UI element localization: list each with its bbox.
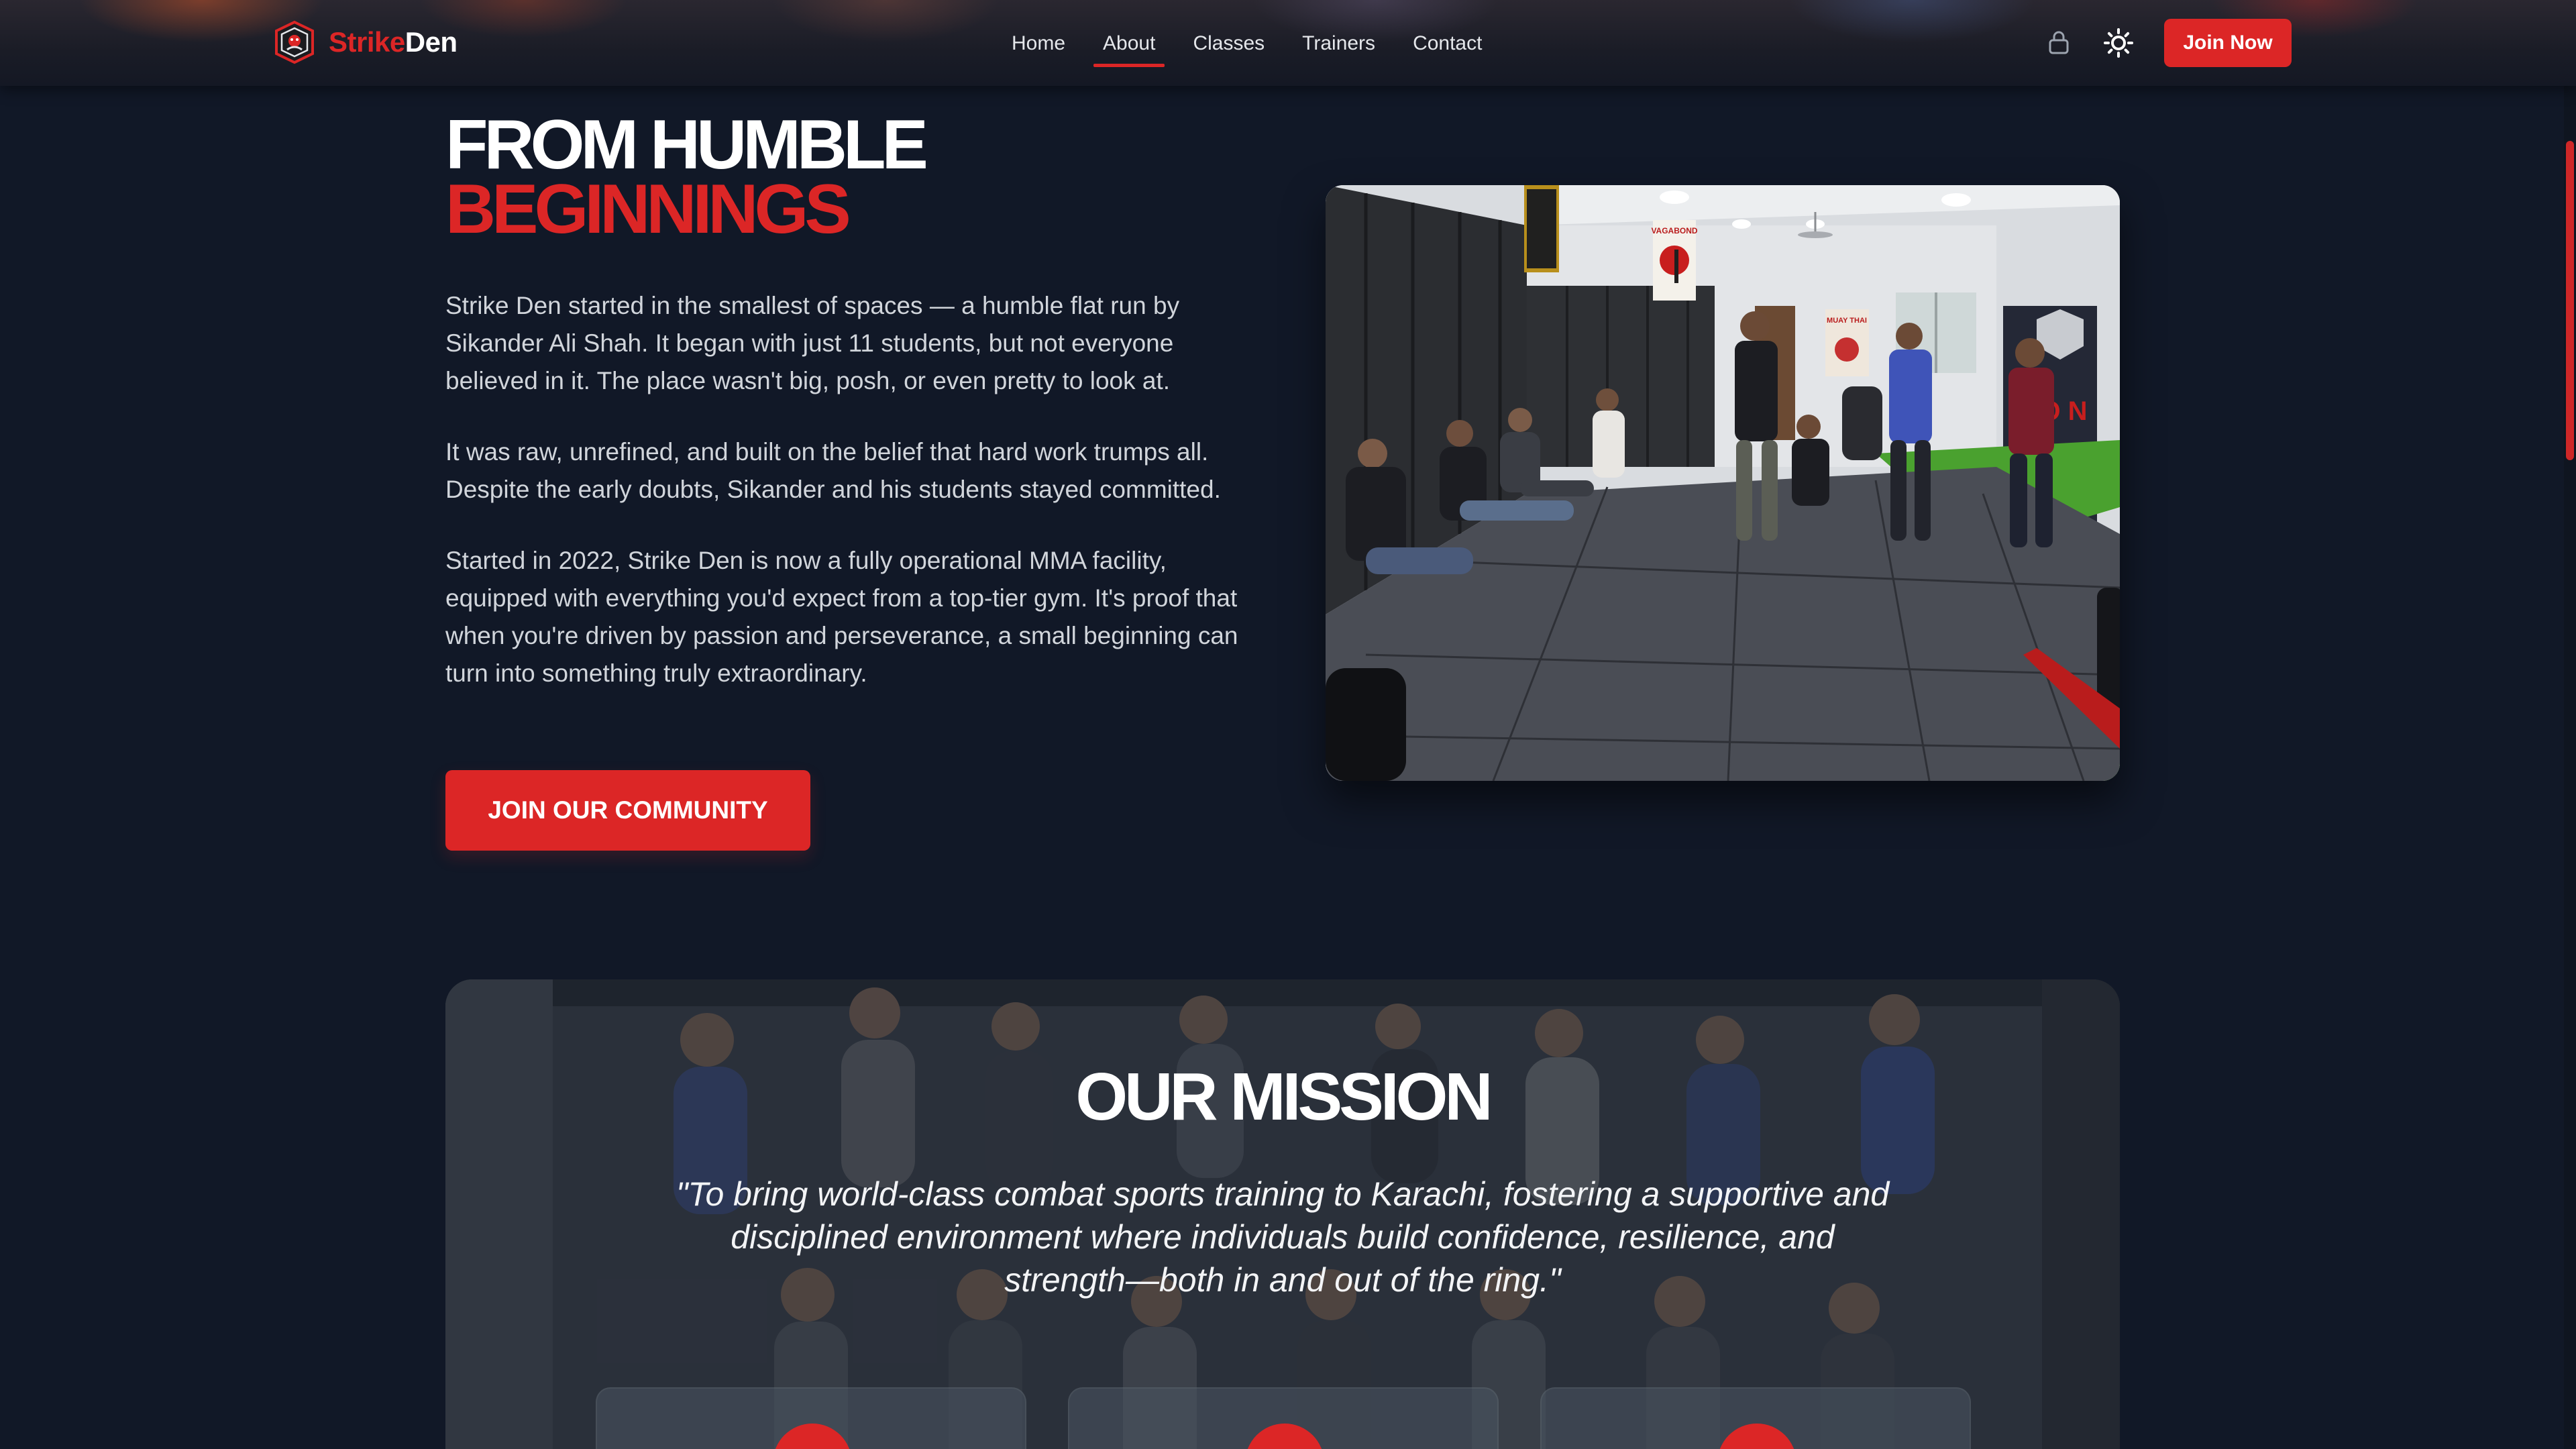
story-paragraph-2: It was raw, unrefined, and built on the … [445, 438, 1221, 503]
mission-card-3 [1540, 1387, 1971, 1449]
nav-item-home[interactable]: Home [993, 23, 1084, 63]
main-nav: Home About Classes Trainers Contact [993, 23, 1501, 67]
scrollbar-thumb[interactable] [2566, 141, 2574, 460]
brand-name-strike: Strike [329, 26, 405, 58]
hero-title-line1: FROM HUMBLE [445, 106, 928, 184]
mission-card-3-icon [1717, 1424, 1796, 1449]
story-paragraph-3: Started in 2022, Strike Den is now a ful… [445, 547, 1238, 687]
sun-icon[interactable] [2102, 27, 2135, 59]
mission-card-1-icon [773, 1424, 852, 1449]
hero-story: Strike Den started in the smallest of sp… [445, 287, 1250, 726]
lock-icon[interactable] [2043, 27, 2074, 58]
nav-item-trainers[interactable]: Trainers [1283, 23, 1394, 63]
mission-section: OUR MISSION "To bring world-class combat… [445, 979, 2120, 1449]
join-community-button[interactable]: JOIN OUR COMMUNITY [445, 770, 810, 851]
hero-title: FROM HUMBLE BEGINNINGS [445, 106, 928, 248]
shield-logo-icon [271, 19, 318, 66]
poster-muay-thai-text: MUAY THAI [1827, 317, 1867, 325]
mission-card-2-icon [1245, 1424, 1324, 1449]
brand-name-den: Den [405, 26, 458, 58]
mission-quote: "To bring world-class combat sports trai… [676, 1175, 1890, 1299]
brand-name: StrikeDen [329, 26, 458, 58]
join-now-button[interactable]: Join Now [2164, 19, 2292, 67]
mission-card-1 [596, 1387, 1026, 1449]
story-paragraph-1: Strike Den started in the smallest of sp… [445, 292, 1180, 394]
nav-item-classes[interactable]: Classes [1174, 23, 1283, 63]
nav-item-about[interactable]: About [1084, 23, 1174, 67]
mission-card-2 [1068, 1387, 1499, 1449]
gym-photo: VAGABOND MUAY THAI O N [1326, 185, 2120, 781]
top-navbar: StrikeDen Home About Classes Trainers Co… [0, 0, 2576, 86]
hero-title-line2: BEGINNINGS [445, 170, 851, 248]
page-scrollbar[interactable] [2564, 0, 2576, 1449]
mission-title: OUR MISSION [1075, 1059, 1493, 1134]
brand-logo[interactable]: StrikeDen [271, 19, 458, 66]
poster-vagabond-text: VAGABOND [1651, 226, 1697, 235]
nav-item-contact[interactable]: Contact [1394, 23, 1501, 63]
